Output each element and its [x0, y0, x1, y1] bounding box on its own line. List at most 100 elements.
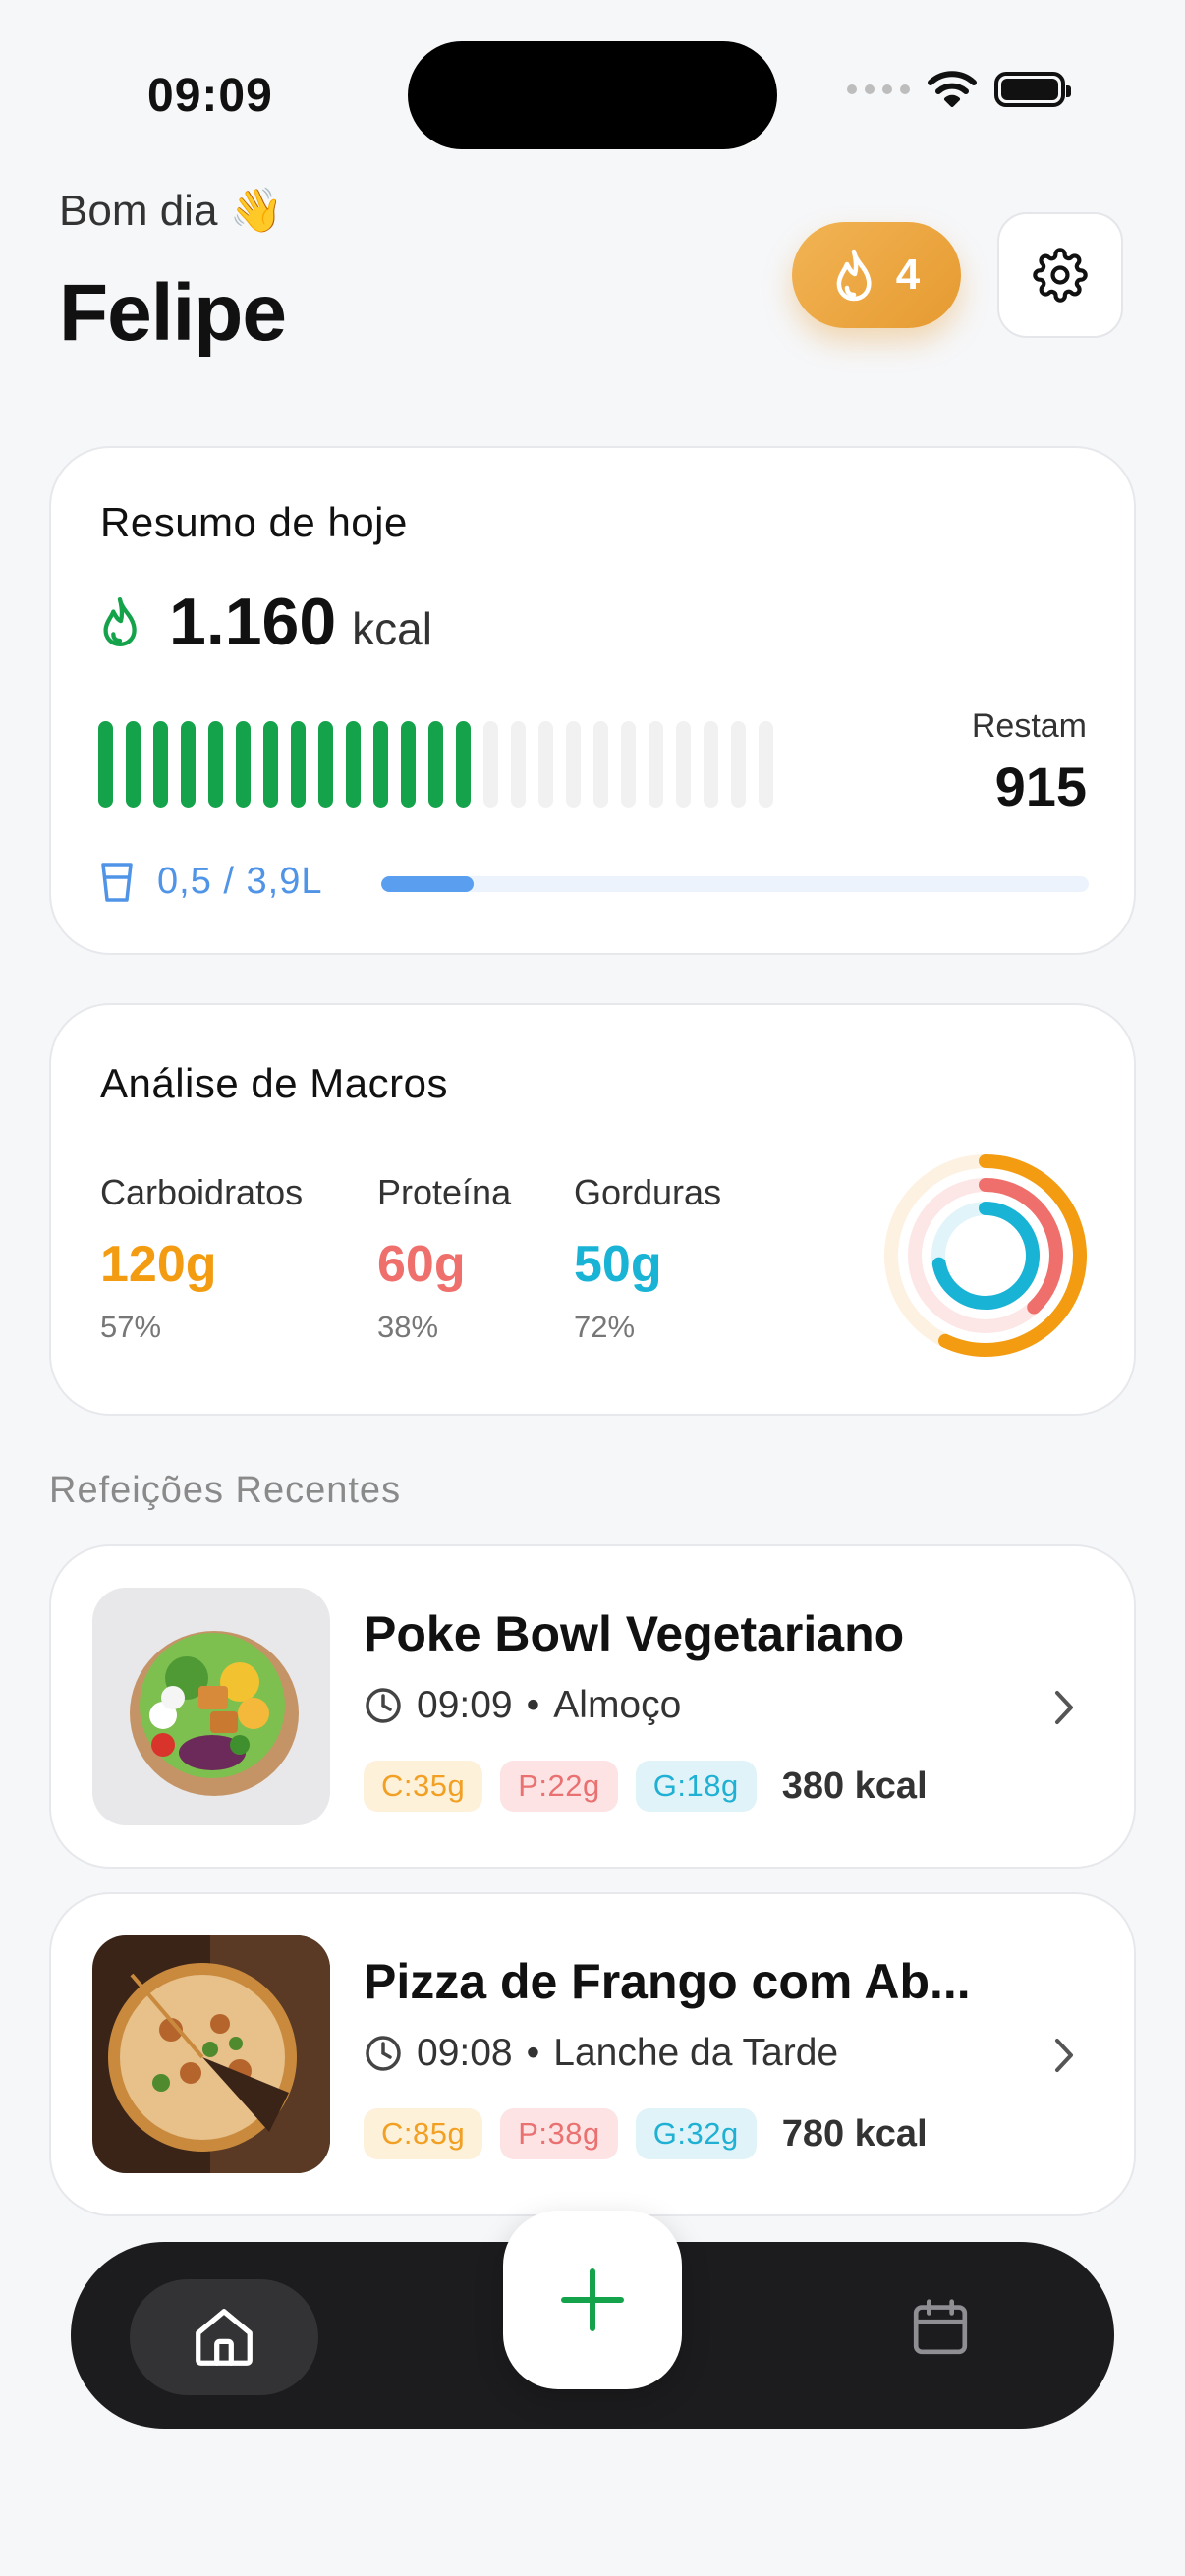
meal-photo — [92, 1588, 330, 1825]
macro-value: 60g — [377, 1236, 466, 1293]
home-icon — [196, 2309, 253, 2366]
meal-photo — [92, 1935, 330, 2173]
calendar-icon — [913, 2299, 968, 2355]
macro-protein: Proteína 60g 38% — [377, 1172, 511, 1345]
separator-dot: • — [526, 1684, 540, 1726]
macro-label: Proteína — [377, 1172, 512, 1212]
protein-chip: P:38g — [500, 2108, 618, 2159]
calorie-bar-segment — [511, 721, 526, 808]
calorie-bar-segment — [483, 721, 498, 808]
calorie-bar-segment — [649, 721, 663, 808]
macro-percent: 72% — [574, 1310, 636, 1344]
calorie-bar-segment — [346, 721, 361, 808]
meal-type: Lanche da Tarde — [553, 2032, 839, 2074]
battery-icon — [994, 72, 1071, 107]
calorie-bar-segment — [401, 721, 416, 808]
meal-card[interactable]: Pizza de Frango com Ab... 09:08 • Lanche… — [49, 1892, 1136, 2216]
calorie-bar-segment — [566, 721, 581, 808]
calories-unit: kcal — [352, 603, 432, 654]
meal-card[interactable]: Poke Bowl Vegetariano 09:09 • Almoço C:3… — [49, 1544, 1136, 1869]
wifi-icon — [928, 71, 977, 107]
remaining-value: 915 — [994, 756, 1087, 817]
water-progress-bar — [381, 876, 1089, 892]
water-glass-icon — [101, 862, 133, 902]
greeting: Bom dia 👋 — [59, 187, 284, 235]
calendar-tab-button[interactable] — [906, 2293, 975, 2367]
meal-kcal: 780 kcal — [781, 2112, 928, 2155]
calorie-bar-segment — [291, 721, 306, 808]
meal-time: 09:08 — [417, 2032, 513, 2074]
calorie-progress-bars — [98, 721, 773, 808]
calories-value: 1.160 — [169, 585, 337, 659]
macro-label: Carboidratos — [100, 1172, 304, 1212]
remaining-label: Restam — [971, 707, 1087, 745]
chevron-right-icon — [1055, 1691, 1073, 1724]
macros-card[interactable]: Análise de Macros Carboidratos 120g 57% … — [49, 1003, 1136, 1416]
calorie-bar-segment — [208, 721, 223, 808]
calorie-bar-segment — [373, 721, 388, 808]
calorie-bar-segment — [621, 721, 636, 808]
calorie-bar-segment — [676, 721, 691, 808]
user-name: Felipe — [59, 268, 287, 358]
flame-icon — [836, 249, 872, 302]
water-progress-fill — [381, 876, 474, 892]
calorie-bar-segment — [759, 721, 773, 808]
fat-chip: G:18g — [635, 1761, 757, 1812]
macro-fat: Gorduras 50g 72% — [574, 1172, 721, 1345]
macro-percent: 38% — [377, 1310, 439, 1344]
fat-chip: G:32g — [635, 2108, 757, 2159]
status-time: 09:09 — [147, 70, 273, 122]
calorie-bar-segment — [456, 721, 471, 808]
protein-chip: P:22g — [500, 1761, 618, 1812]
water-row: 0,5 / 3,9L — [100, 861, 322, 903]
carbs-chip: C:85g — [364, 2108, 483, 2159]
meal-name: Pizza de Frango com Ab... — [364, 1954, 971, 2009]
water-intake-text: 0,5 / 3,9L — [157, 861, 323, 902]
streak-count: 4 — [895, 251, 921, 299]
calorie-bar-segment — [428, 721, 443, 808]
summary-title: Resumo de hoje — [100, 499, 408, 545]
calorie-bar-segment — [318, 721, 333, 808]
macro-label: Gorduras — [574, 1172, 722, 1212]
cellular-signal-icon — [847, 84, 910, 94]
meal-type: Almoço — [553, 1684, 682, 1726]
streak-badge[interactable]: 4 — [792, 222, 961, 328]
macros-title: Análise de Macros — [100, 1060, 448, 1106]
calorie-bar-segment — [98, 721, 113, 808]
calorie-bar-segment — [731, 721, 746, 808]
daily-summary-card[interactable]: Resumo de hoje 1.160 kcal Restam 915 0,5… — [49, 446, 1136, 955]
macro-percent: 57% — [100, 1310, 162, 1344]
chevron-right-icon — [1055, 2039, 1073, 2072]
calorie-bar-segment — [181, 721, 196, 808]
settings-button[interactable] — [997, 212, 1123, 338]
plus-icon — [561, 2268, 624, 2331]
calorie-bar-segment — [593, 721, 608, 808]
meal-name: Poke Bowl Vegetariano — [364, 1606, 905, 1661]
meal-time: 09:09 — [417, 1684, 513, 1726]
calorie-bar-segment — [236, 721, 251, 808]
calorie-bar-segment — [538, 721, 553, 808]
recent-meals-label: Refeições Recentes — [49, 1470, 402, 1511]
gear-icon — [1033, 248, 1088, 303]
calories-row: 1.160 kcal — [100, 584, 432, 660]
add-meal-button[interactable] — [503, 2211, 682, 2389]
calorie-bar-segment — [263, 721, 278, 808]
macro-ring-chart — [884, 1154, 1087, 1357]
macro-chips: C:85g P:38g G:32g 780 kcal — [364, 2108, 928, 2159]
separator-dot: • — [526, 2032, 540, 2074]
macro-value: 120g — [100, 1236, 217, 1293]
status-icons — [847, 71, 1071, 108]
flame-icon — [103, 597, 137, 646]
calorie-bar-segment — [704, 721, 718, 808]
meal-meta: 09:08 • Lanche da Tarde — [364, 2032, 838, 2075]
meal-meta: 09:09 • Almoço — [364, 1684, 681, 1727]
meal-kcal: 380 kcal — [781, 1764, 928, 1807]
macro-value: 50g — [574, 1236, 662, 1293]
home-tab-button[interactable] — [130, 2279, 318, 2395]
clock-icon — [366, 2036, 401, 2071]
clock-icon — [366, 1688, 401, 1723]
macro-chips: C:35g P:22g G:18g 380 kcal — [364, 1761, 928, 1812]
macro-carbs: Carboidratos 120g 57% — [100, 1172, 303, 1345]
carbs-chip: C:35g — [364, 1761, 483, 1812]
calorie-bar-segment — [126, 721, 141, 808]
